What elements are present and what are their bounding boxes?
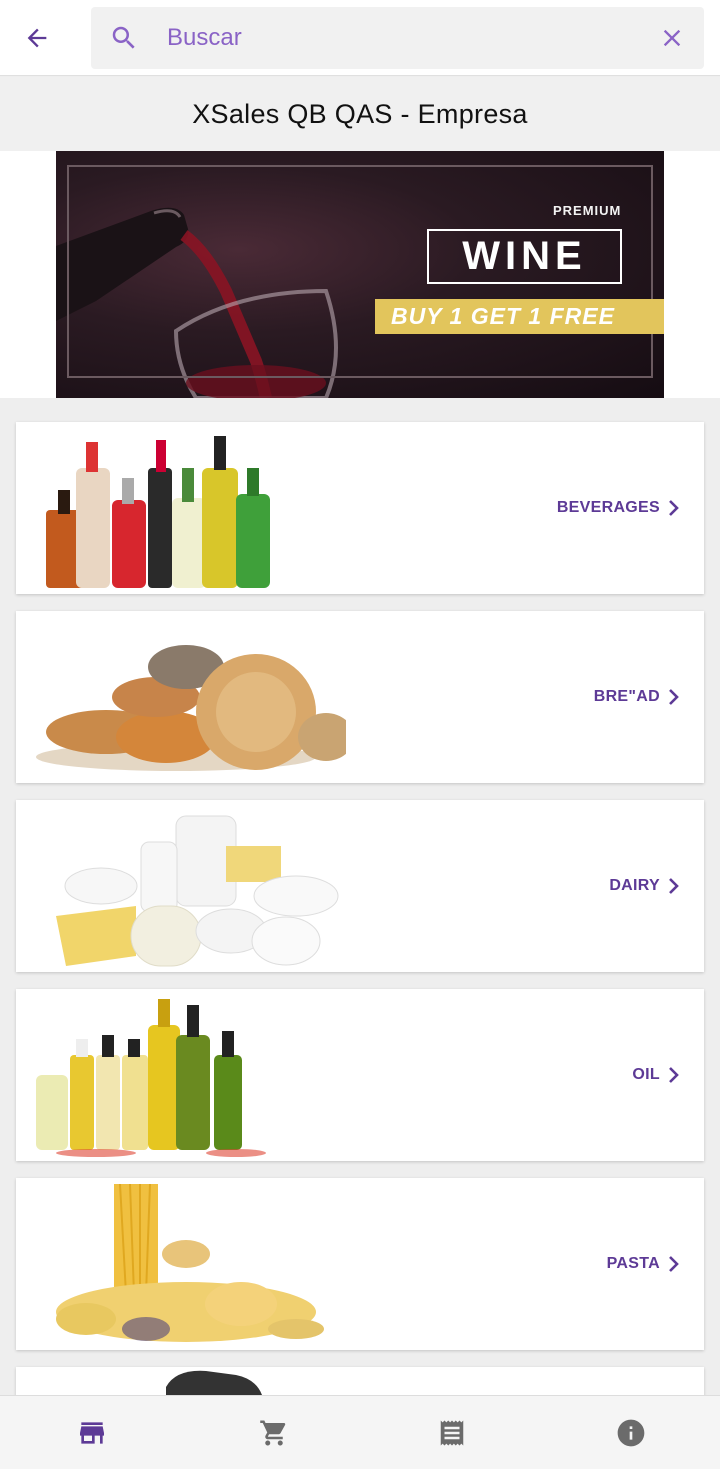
top-app-bar xyxy=(0,0,720,76)
arrow-left-icon xyxy=(27,28,47,48)
chevron-right-icon xyxy=(669,500,679,516)
category-label-bread: BRE"AD xyxy=(594,611,680,783)
category-card-oil[interactable]: OIL xyxy=(16,989,704,1161)
search-input[interactable] xyxy=(167,19,637,57)
category-card-dairy[interactable]: DAIRY xyxy=(16,800,704,972)
promo-banner[interactable]: PREMIUM WINE BUY 1 GET 1 FREE xyxy=(56,151,664,398)
category-card-bread[interactable]: BRE"AD xyxy=(16,611,704,783)
category-label-beverages: BEVERAGES xyxy=(557,422,680,594)
close-icon[interactable] xyxy=(658,24,686,52)
store-icon xyxy=(80,1422,104,1444)
category-card-beverages[interactable]: BEVERAGES xyxy=(16,422,704,594)
bread-image xyxy=(36,645,346,771)
category-card-pasta[interactable]: PASTA xyxy=(16,1178,704,1350)
cart-icon xyxy=(260,1420,286,1446)
category-label-oil: OIL xyxy=(632,989,680,1161)
banner-wine-label: WINE xyxy=(462,234,587,278)
chevron-right-icon xyxy=(669,689,679,705)
back-button[interactable] xyxy=(14,16,60,60)
chevron-right-icon xyxy=(669,1256,679,1272)
nav-cart[interactable] xyxy=(256,1415,292,1451)
dairy-image xyxy=(56,815,339,967)
chevron-right-icon xyxy=(669,878,679,894)
category-label-pasta: PASTA xyxy=(607,1178,680,1350)
banner-promo-label: BUY 1 GET 1 FREE xyxy=(391,303,615,329)
category-label-dairy: DAIRY xyxy=(609,800,680,972)
nav-store[interactable] xyxy=(74,1415,110,1451)
bottom-navigation xyxy=(0,1395,720,1469)
chevron-right-icon xyxy=(669,1067,679,1083)
search-icon xyxy=(112,26,135,49)
oil-image xyxy=(36,999,266,1157)
promo-banner-container: PREMIUM WINE BUY 1 GET 1 FREE xyxy=(0,151,720,398)
pasta-image xyxy=(56,1184,324,1342)
receipt-icon xyxy=(440,1420,464,1446)
banner-wine-box: WINE xyxy=(427,229,622,284)
company-header: XSales QB QAS - Empresa xyxy=(0,77,720,151)
beverages-image xyxy=(46,436,270,588)
nav-info[interactable] xyxy=(613,1415,649,1451)
banner-premium-label: PREMIUM xyxy=(553,203,622,218)
search-bar xyxy=(91,7,704,69)
company-title: XSales QB QAS - Empresa xyxy=(192,98,528,129)
nav-orders[interactable] xyxy=(434,1415,470,1451)
banner-promo-strip: BUY 1 GET 1 FREE xyxy=(375,299,664,334)
info-icon xyxy=(617,1419,645,1447)
